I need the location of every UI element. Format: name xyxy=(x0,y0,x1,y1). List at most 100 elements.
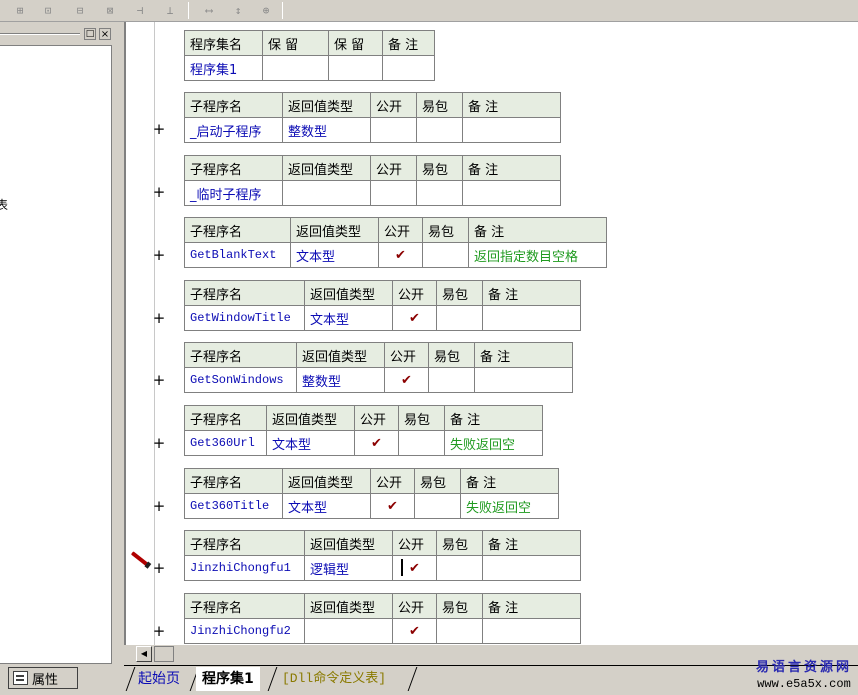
subroutine-row[interactable]: GetWindowTitle 文本型 ✔ xyxy=(184,305,581,331)
align-top-icon[interactable]: ⊟ xyxy=(70,1,90,20)
subroutine-row[interactable]: GetBlankText 文本型 ✔ 返回指定数目空格 xyxy=(184,242,607,268)
public-cell[interactable]: ✔ xyxy=(392,618,437,644)
note-cell[interactable] xyxy=(474,367,573,393)
note-cell[interactable] xyxy=(462,117,561,143)
subroutine-header-row: 子程序名 返回值类型 公开 易包 备 注 xyxy=(184,92,561,118)
easy-package-cell[interactable] xyxy=(436,305,483,331)
header-cell: 返回值类型 xyxy=(304,280,393,306)
easy-package-cell[interactable] xyxy=(436,555,483,581)
align-bottom-icon[interactable]: ⊠ xyxy=(100,1,120,20)
close-icon[interactable]: × xyxy=(99,28,111,40)
scroll-left-button[interactable]: ◀ xyxy=(136,646,152,662)
reserved-cell[interactable] xyxy=(328,55,383,81)
return-type-cell[interactable]: 逻辑型 xyxy=(304,555,393,581)
note-cell[interactable] xyxy=(382,55,435,81)
program-set-name-cell[interactable]: 程序集1 xyxy=(184,55,263,81)
note-cell[interactable] xyxy=(462,180,561,206)
note-cell[interactable]: 返回指定数目空格 xyxy=(468,242,607,268)
easy-package-cell[interactable] xyxy=(398,430,445,456)
note-cell[interactable]: 失败返回空 xyxy=(444,430,543,456)
properties-tab[interactable]: 属性 xyxy=(8,667,78,689)
same-width-icon[interactable]: ⊣ xyxy=(130,1,150,20)
vertical-spacing-icon[interactable]: ↕ xyxy=(228,1,248,20)
align-left-icon[interactable]: ⊞ xyxy=(10,1,30,20)
left-panel-content[interactable]: 表 xyxy=(0,45,112,664)
horizontal-scrollbar[interactable]: ◀ xyxy=(124,645,858,663)
public-cell[interactable]: ✔ xyxy=(392,305,437,331)
subroutine-row[interactable]: Get360Title 文本型 ✔ 失败返回空 xyxy=(184,493,559,519)
return-type-cell[interactable]: 整数型 xyxy=(296,367,385,393)
subroutine-table: 子程序名 返回值类型 公开 易包 备 注 GetBlankText 文本型 ✔ … xyxy=(184,217,607,268)
subroutine-header-row: 子程序名 返回值类型 公开 易包 备 注 xyxy=(184,530,581,556)
easy-package-cell[interactable] xyxy=(416,117,463,143)
expand-subroutine-button[interactable]: + xyxy=(152,246,166,264)
tab-program-set-1[interactable]: 程序集1 xyxy=(196,667,260,691)
easy-package-cell[interactable] xyxy=(422,242,469,268)
header-cell: 公开 xyxy=(370,92,417,118)
expand-subroutine-button[interactable]: + xyxy=(152,622,166,640)
header-cell: 备 注 xyxy=(468,217,607,243)
expand-subroutine-button[interactable]: + xyxy=(152,309,166,327)
note-cell[interactable] xyxy=(482,555,581,581)
center-form-icon[interactable]: ⊕ xyxy=(256,1,276,20)
subroutine-name-cell[interactable]: _临时子程序 xyxy=(184,180,283,206)
public-cell[interactable]: ✔ xyxy=(384,367,429,393)
subroutine-row[interactable]: GetSonWindows 整数型 ✔ xyxy=(184,367,573,393)
tab-start-page[interactable]: 起始页 xyxy=(132,667,186,691)
subroutine-name-cell[interactable]: JinzhiChongfu2 xyxy=(184,618,305,644)
public-cell[interactable] xyxy=(370,117,417,143)
align-center-icon[interactable]: ⊡ xyxy=(38,1,58,20)
reserved-cell[interactable] xyxy=(262,55,329,81)
return-type-cell[interactable]: 整数型 xyxy=(282,117,371,143)
public-cell[interactable]: ✔ xyxy=(354,430,399,456)
subroutine-name-cell[interactable]: GetWindowTitle xyxy=(184,305,305,331)
note-cell[interactable] xyxy=(482,618,581,644)
subroutine-name-cell[interactable]: _启动子程序 xyxy=(184,117,283,143)
subroutine-row[interactable]: JinzhiChongfu1 逻辑型 ✔ xyxy=(184,555,581,581)
easy-package-cell[interactable] xyxy=(436,618,483,644)
subroutine-header-row: 子程序名 返回值类型 公开 易包 备 注 xyxy=(184,593,581,619)
return-type-cell[interactable]: 文本型 xyxy=(282,493,371,519)
horizontal-spacing-icon[interactable]: ⟷ xyxy=(198,1,220,20)
subroutine-row[interactable]: Get360Url 文本型 ✔ 失败返回空 xyxy=(184,430,543,456)
header-cell: 程序集名 xyxy=(184,30,263,56)
note-cell[interactable]: 失败返回空 xyxy=(460,493,559,519)
header-cell: 易包 xyxy=(414,468,461,494)
easy-package-cell[interactable] xyxy=(416,180,463,206)
public-cell[interactable]: ✔ xyxy=(378,242,423,268)
header-cell: 备 注 xyxy=(382,30,435,56)
minimize-icon[interactable]: □ xyxy=(84,28,96,40)
same-height-icon[interactable]: ⊥ xyxy=(160,1,180,20)
return-type-cell[interactable] xyxy=(304,618,393,644)
properties-icon xyxy=(13,671,28,685)
tab-dll-command-table[interactable]: [Dll命令定义表] xyxy=(276,667,392,691)
public-cell[interactable] xyxy=(370,180,417,206)
return-type-cell[interactable]: 文本型 xyxy=(266,430,355,456)
subroutine-row[interactable]: _启动子程序 整数型 xyxy=(184,117,561,143)
easy-package-cell[interactable] xyxy=(414,493,461,519)
easy-package-cell[interactable] xyxy=(428,367,475,393)
program-set-row[interactable]: 程序集1 xyxy=(184,55,435,81)
note-cell[interactable] xyxy=(482,305,581,331)
scroll-track[interactable] xyxy=(154,646,174,662)
subroutine-row[interactable]: JinzhiChongfu2 ✔ xyxy=(184,618,581,644)
subroutine-name-cell[interactable]: JinzhiChongfu1 xyxy=(184,555,305,581)
expand-subroutine-button[interactable]: + xyxy=(152,120,166,138)
header-cell: 备 注 xyxy=(482,280,581,306)
return-type-cell[interactable] xyxy=(282,180,371,206)
subroutine-name-cell[interactable]: Get360Title xyxy=(184,493,283,519)
public-cell[interactable]: ✔ xyxy=(370,493,415,519)
expand-subroutine-button[interactable]: + xyxy=(152,371,166,389)
expand-subroutine-button[interactable]: + xyxy=(152,183,166,201)
public-cell[interactable]: ✔ xyxy=(392,555,437,581)
return-type-cell[interactable]: 文本型 xyxy=(304,305,393,331)
expand-subroutine-button[interactable]: + xyxy=(152,559,166,577)
expand-subroutine-button[interactable]: + xyxy=(152,497,166,515)
subroutine-name-cell[interactable]: GetBlankText xyxy=(184,242,291,268)
subroutine-name-cell[interactable]: Get360Url xyxy=(184,430,267,456)
subroutine-name-cell[interactable]: GetSonWindows xyxy=(184,367,297,393)
code-editor[interactable]: 程序集名 保 留 保 留 备 注 程序集1 子程序名 返回值类型 公开 易包 备… xyxy=(124,22,858,647)
return-type-cell[interactable]: 文本型 xyxy=(290,242,379,268)
subroutine-row[interactable]: _临时子程序 xyxy=(184,180,561,206)
expand-subroutine-button[interactable]: + xyxy=(152,434,166,452)
